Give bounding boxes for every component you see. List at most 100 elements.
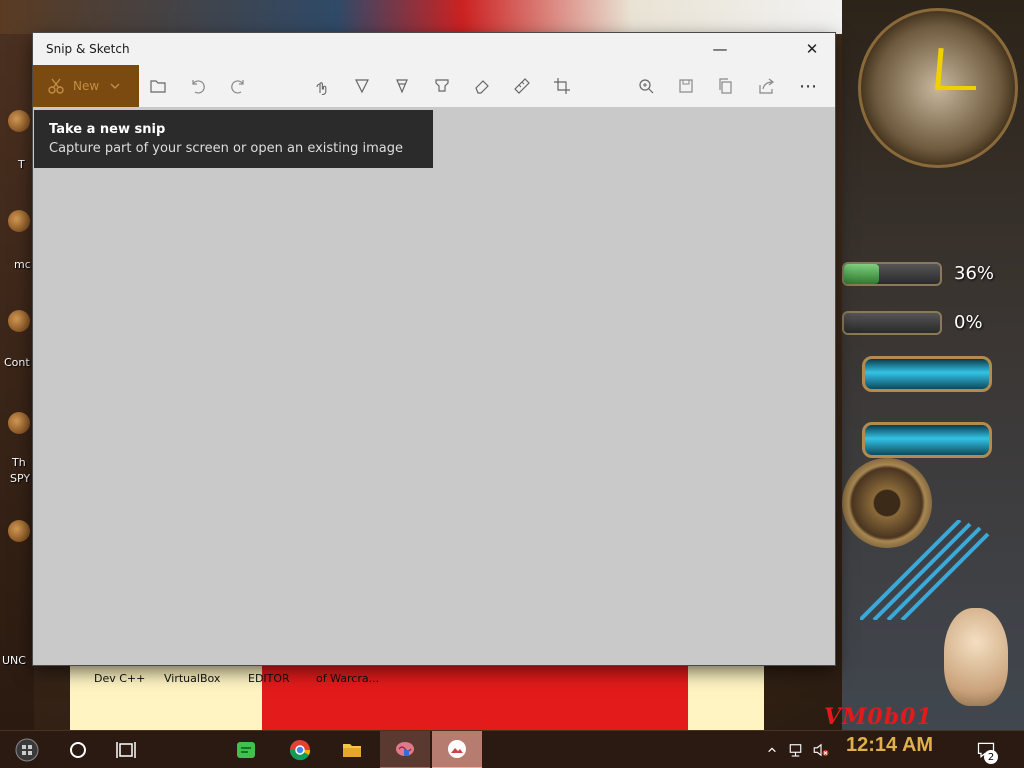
- cpu-gauge-fill: [844, 264, 879, 284]
- desktop-icon-label[interactable]: VirtualBox: [164, 672, 220, 685]
- network-button[interactable]: [786, 731, 808, 768]
- save-icon: [679, 79, 693, 93]
- undo-icon: [192, 80, 205, 94]
- desktop-icon-label[interactable]: Dev C++: [94, 672, 145, 685]
- pencil-button[interactable]: [391, 75, 413, 97]
- new-snip-tooltip: Take a new snip Capture part of your scr…: [34, 110, 433, 168]
- touch-writing-button[interactable]: [311, 75, 333, 97]
- snip-sketch-app-icon: [448, 740, 466, 758]
- cortana-icon: [70, 742, 86, 758]
- undo-button[interactable]: [187, 75, 209, 97]
- save-button[interactable]: [675, 75, 697, 97]
- touch-writing-icon: [316, 82, 327, 95]
- taskbar-app-brain[interactable]: [380, 731, 430, 768]
- desktop-app-icon[interactable]: [8, 110, 30, 132]
- folder-icon: [343, 744, 361, 757]
- canvas-area[interactable]: [33, 107, 835, 665]
- volume-button[interactable]: [810, 731, 832, 768]
- redo-button[interactable]: [227, 75, 249, 97]
- crop-icon: [554, 78, 570, 94]
- desktop-icon-label[interactable]: UNC: [2, 654, 26, 667]
- memory-gauge-label: 0%: [954, 312, 983, 333]
- highlighter-button[interactable]: [431, 75, 453, 97]
- eraser-button[interactable]: [471, 75, 493, 97]
- ruler-icon: [514, 78, 530, 94]
- tooltip-title: Take a new snip: [49, 122, 166, 137]
- redo-icon: [231, 80, 244, 94]
- desktop-icon-label[interactable]: Cont: [4, 356, 30, 369]
- chevron-up-icon: [768, 747, 776, 753]
- copy-button[interactable]: [715, 75, 737, 97]
- desktop-app-icon[interactable]: [8, 210, 30, 232]
- start-button[interactable]: [4, 731, 50, 768]
- pencil-icon: [396, 79, 408, 94]
- open-file-button[interactable]: [147, 75, 169, 97]
- desktop-icon-label[interactable]: EDITOR: [248, 672, 290, 685]
- new-snip-label: New: [73, 79, 100, 93]
- notes-app-icon: [237, 742, 255, 758]
- taskbar-app-snip-sketch[interactable]: [432, 731, 482, 768]
- notification-count-badge: 2: [984, 750, 998, 764]
- tube-gauge: [862, 356, 992, 392]
- desktop-app-icon[interactable]: [8, 310, 30, 332]
- taskbar-clock[interactable]: 12:14 AM: [846, 734, 933, 757]
- desktop-wallpaper-area: [688, 665, 764, 730]
- show-hidden-icons-button[interactable]: [764, 731, 780, 768]
- task-view-button[interactable]: [106, 731, 146, 768]
- ballpoint-pen-button[interactable]: [351, 75, 373, 97]
- pipes-decoration: [860, 520, 990, 620]
- volume-muted-icon: [813, 743, 829, 757]
- taskbar-app-chrome[interactable]: [280, 731, 320, 768]
- cortana-button[interactable]: [58, 731, 98, 768]
- desktop-top-icons-area: [0, 0, 842, 34]
- ruler-button[interactable]: [511, 75, 533, 97]
- task-view-icon: [116, 742, 136, 758]
- tooltip-description: Capture part of your screen or open an e…: [49, 141, 404, 156]
- highlighter-icon: [435, 79, 449, 92]
- new-snip-button[interactable]: New: [33, 65, 139, 107]
- zoom-button[interactable]: [635, 75, 657, 97]
- eraser-icon: [475, 80, 489, 94]
- memory-gauge: [842, 311, 942, 335]
- minimize-icon: —: [712, 40, 728, 58]
- chevron-down-icon[interactable]: [109, 80, 121, 92]
- desktop-app-icon[interactable]: [8, 520, 30, 542]
- close-icon: ✕: [805, 40, 819, 58]
- clock-minute-hand: [936, 86, 976, 90]
- ballpoint-pen-icon: [355, 79, 369, 94]
- clock-hour-hand: [935, 47, 944, 91]
- taskbar-app-notes[interactable]: [226, 731, 266, 768]
- brain-app-icon: [396, 742, 414, 756]
- toolbar: New ⋯: [33, 65, 835, 107]
- clock-widget: [858, 8, 1018, 168]
- zoom-icon: [639, 79, 654, 94]
- title-bar[interactable]: Snip & Sketch — ✕: [33, 33, 835, 65]
- copy-icon: [719, 78, 732, 94]
- desktop-icon-label[interactable]: T: [18, 158, 25, 171]
- cpu-gauge-label: 36%: [954, 263, 995, 284]
- minimize-button[interactable]: —: [697, 33, 743, 65]
- window-title: Snip & Sketch: [46, 42, 130, 56]
- desktop-icon-label[interactable]: Th: [12, 456, 26, 469]
- more-options-button[interactable]: ⋯: [797, 75, 819, 97]
- network-icon: [789, 744, 802, 757]
- desktop-app-icon[interactable]: [8, 412, 30, 434]
- share-icon: [759, 78, 774, 94]
- desktop-icon-label[interactable]: SPY: [10, 472, 30, 485]
- vm-label: VM0b01: [824, 704, 933, 730]
- chrome-icon: [290, 740, 311, 761]
- share-button[interactable]: [755, 75, 777, 97]
- tube-gauge: [862, 422, 992, 458]
- windows-start-icon: [15, 738, 39, 762]
- taskbar-app-file-explorer[interactable]: [332, 731, 372, 768]
- open-file-icon: [150, 80, 166, 93]
- new-snip-icon: [48, 78, 64, 94]
- desktop-icon-label[interactable]: mc: [14, 258, 31, 271]
- desktop-left-icons-area: [0, 34, 34, 730]
- close-button[interactable]: ✕: [789, 33, 835, 65]
- crop-button[interactable]: [551, 75, 573, 97]
- desktop-icon-label[interactable]: of Warcra...: [316, 672, 379, 685]
- more-icon: ⋯: [799, 75, 817, 97]
- hamster-mascot: [944, 608, 1008, 706]
- cpu-gauge: [842, 262, 942, 286]
